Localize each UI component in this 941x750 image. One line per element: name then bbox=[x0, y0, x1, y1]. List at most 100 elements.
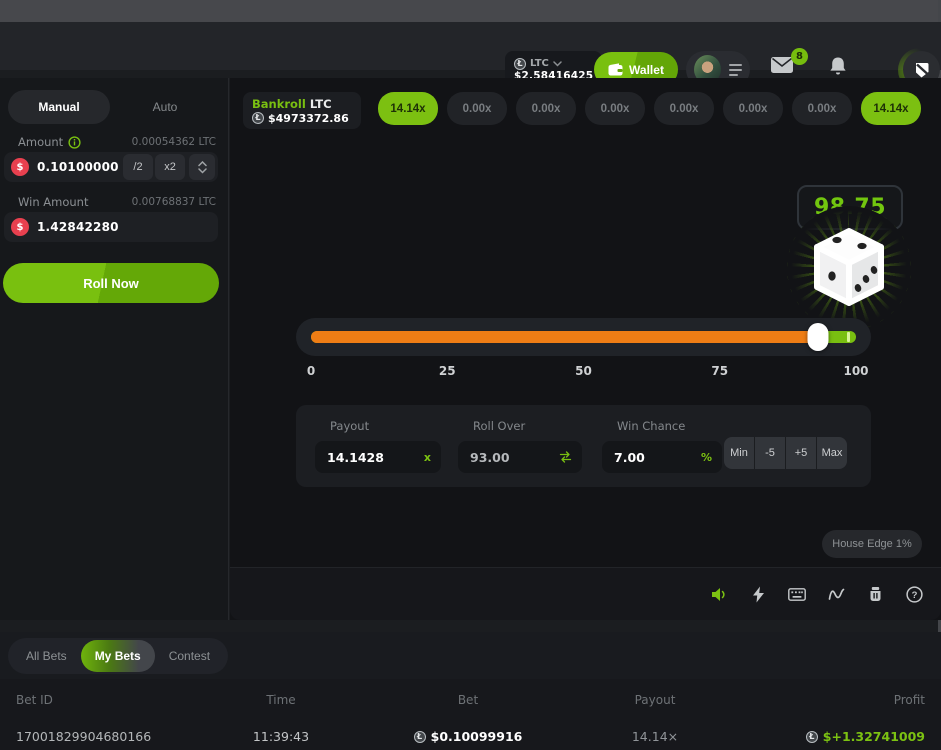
win-chance-input[interactable]: 7.00 % bbox=[602, 441, 722, 473]
col-bet: Bet bbox=[458, 693, 478, 707]
amount-stepper[interactable] bbox=[189, 154, 215, 180]
win-chance-label: Win Chance bbox=[617, 419, 722, 433]
amount-input[interactable]: $ 0.10100000 /2 x2 bbox=[4, 152, 218, 182]
keyboard-button[interactable] bbox=[788, 585, 806, 603]
swap-icon[interactable] bbox=[559, 451, 572, 463]
history-chip[interactable]: 0.00x bbox=[447, 92, 507, 125]
roll-over-value: 93.00 bbox=[470, 450, 559, 465]
tab-manual[interactable]: Manual bbox=[8, 90, 110, 124]
litecoin-coin-icon: Ł bbox=[252, 112, 264, 124]
payout-value: 14.1428 bbox=[327, 450, 424, 465]
bankroll-display: Bankroll LTC Ł $4973372.86 bbox=[243, 92, 361, 129]
live-stats-button[interactable] bbox=[827, 585, 845, 603]
amount-available: 0.00054362 LTC bbox=[132, 136, 216, 148]
help-icon: ? bbox=[906, 586, 923, 603]
bet-id-cell: 17001829904680166 bbox=[16, 729, 151, 744]
dollar-icon: $ bbox=[11, 158, 29, 176]
win-amount-value: 1.42842280 bbox=[37, 220, 215, 234]
amount-label: Amount bbox=[18, 135, 63, 149]
slider-handle[interactable] bbox=[807, 323, 828, 351]
history-chip[interactable]: 0.00x bbox=[585, 92, 645, 125]
win-chance-group: Win Chance 7.00 % bbox=[602, 417, 722, 473]
chevron-down-icon bbox=[553, 61, 562, 67]
roll-slider-track[interactable] bbox=[311, 331, 856, 343]
litecoin-coin-icon: Ł bbox=[414, 731, 426, 743]
bell-icon bbox=[828, 56, 848, 78]
tab-my-bets[interactable]: My Bets bbox=[81, 640, 155, 672]
litecoin-coin-icon: Ł bbox=[806, 731, 818, 743]
tab-auto[interactable]: Auto bbox=[110, 90, 220, 124]
payout-unit: x bbox=[424, 451, 431, 464]
chevron-down-icon bbox=[198, 168, 207, 174]
keyboard-icon bbox=[788, 588, 806, 601]
win-amount-input[interactable]: $ 1.42842280 bbox=[4, 212, 218, 242]
dice-icon bbox=[806, 224, 892, 310]
tab-all-bets[interactable]: All Bets bbox=[12, 640, 81, 672]
roll-slider-shell bbox=[296, 318, 871, 356]
tick-label: 100 bbox=[843, 364, 868, 378]
fairness-seed-button[interactable] bbox=[866, 585, 884, 603]
history-chip[interactable]: 0.00x bbox=[723, 92, 783, 125]
navbar: Ł LTC $2.58416425 Wallet 8 bbox=[0, 22, 941, 70]
amount-value: 0.10100000 bbox=[37, 160, 121, 174]
tick-label: 75 bbox=[711, 364, 728, 378]
help-button[interactable]: ? bbox=[905, 585, 923, 603]
double-bet-button[interactable]: x2 bbox=[155, 154, 185, 180]
hotkeys-button[interactable] bbox=[749, 585, 767, 603]
history-chip[interactable]: 14.14x bbox=[378, 92, 438, 125]
max-button[interactable]: Max bbox=[817, 437, 847, 469]
info-icon[interactable] bbox=[68, 136, 81, 149]
table-header-row: Bet ID Time Bet Payout Profit bbox=[16, 693, 925, 707]
half-bet-button[interactable]: /2 bbox=[123, 154, 153, 180]
profit-cell: Ł $+1.32741009 bbox=[806, 729, 925, 744]
history-chip[interactable]: 0.00x bbox=[654, 92, 714, 125]
bets-tabs: All Bets My Bets Contest bbox=[8, 638, 228, 674]
payout-input[interactable]: 14.1428 x bbox=[315, 441, 441, 473]
win-chance-value: 7.00 bbox=[614, 450, 701, 465]
col-payout: Payout bbox=[635, 693, 676, 707]
slider-scale: 0 25 50 75 100 bbox=[311, 364, 856, 380]
slider-end-tick bbox=[847, 332, 850, 342]
roll-now-button[interactable]: Roll Now bbox=[3, 263, 219, 303]
tick-label: 25 bbox=[439, 364, 456, 378]
sound-button[interactable] bbox=[710, 585, 728, 603]
litecoin-coin-icon: Ł bbox=[514, 58, 526, 70]
win-chance-unit: % bbox=[701, 451, 712, 464]
plus-5-button[interactable]: +5 bbox=[786, 437, 816, 469]
slider-fill bbox=[311, 331, 818, 343]
chevron-up-icon bbox=[198, 161, 207, 167]
hamburger-icon bbox=[729, 64, 742, 76]
bets-tab-bar: All Bets My Bets Contest bbox=[0, 632, 941, 679]
currency-code: LTC bbox=[530, 58, 549, 69]
bankroll-currency: LTC bbox=[310, 97, 332, 111]
payout-group: Payout 14.1428 x bbox=[315, 417, 441, 473]
col-profit: Profit bbox=[894, 693, 925, 707]
svg-text:?: ? bbox=[911, 590, 917, 601]
history-chip[interactable]: 14.14x bbox=[861, 92, 921, 125]
payout-label: Payout bbox=[330, 419, 441, 433]
bet-settings-panel: Payout 14.1428 x Roll Over 93.00 Win Cha… bbox=[296, 405, 871, 487]
mode-tabs: Manual Auto bbox=[8, 90, 220, 124]
win-amount-label-row: Win Amount 0.00768837 LTC bbox=[18, 195, 216, 209]
table-row[interactable]: 17001829904680166 11:39:43 Ł $0.10099916… bbox=[16, 729, 925, 744]
roll-over-input[interactable]: 93.00 bbox=[458, 441, 582, 473]
payout-cell: 14.14× bbox=[632, 729, 678, 744]
win-amount-label: Win Amount bbox=[18, 195, 88, 209]
min-button[interactable]: Min bbox=[724, 437, 754, 469]
profit-amount: $+1.32741009 bbox=[823, 729, 925, 744]
window-top-strip bbox=[0, 0, 941, 22]
minus-5-button[interactable]: -5 bbox=[755, 437, 785, 469]
history-chip[interactable]: 0.00x bbox=[516, 92, 576, 125]
win-amount-available: 0.00768837 LTC bbox=[132, 196, 216, 208]
history-chip[interactable]: 0.00x bbox=[792, 92, 852, 125]
result-history: 14.14x 0.00x 0.00x 0.00x 0.00x 0.00x 0.0… bbox=[378, 92, 921, 125]
game-panel: Bankroll LTC Ł $4973372.86 14.14x 0.00x … bbox=[230, 78, 941, 620]
messages-count-badge: 8 bbox=[791, 48, 808, 65]
house-edge-button[interactable]: House Edge 1% bbox=[822, 530, 922, 558]
tab-contest[interactable]: Contest bbox=[155, 640, 224, 672]
bet-cell: Ł $0.10099916 bbox=[414, 729, 523, 744]
stats-wave-icon bbox=[828, 587, 845, 601]
bankroll-label: Bankroll bbox=[252, 97, 306, 111]
col-bet-id: Bet ID bbox=[16, 693, 53, 707]
time-cell: 11:39:43 bbox=[253, 729, 309, 744]
